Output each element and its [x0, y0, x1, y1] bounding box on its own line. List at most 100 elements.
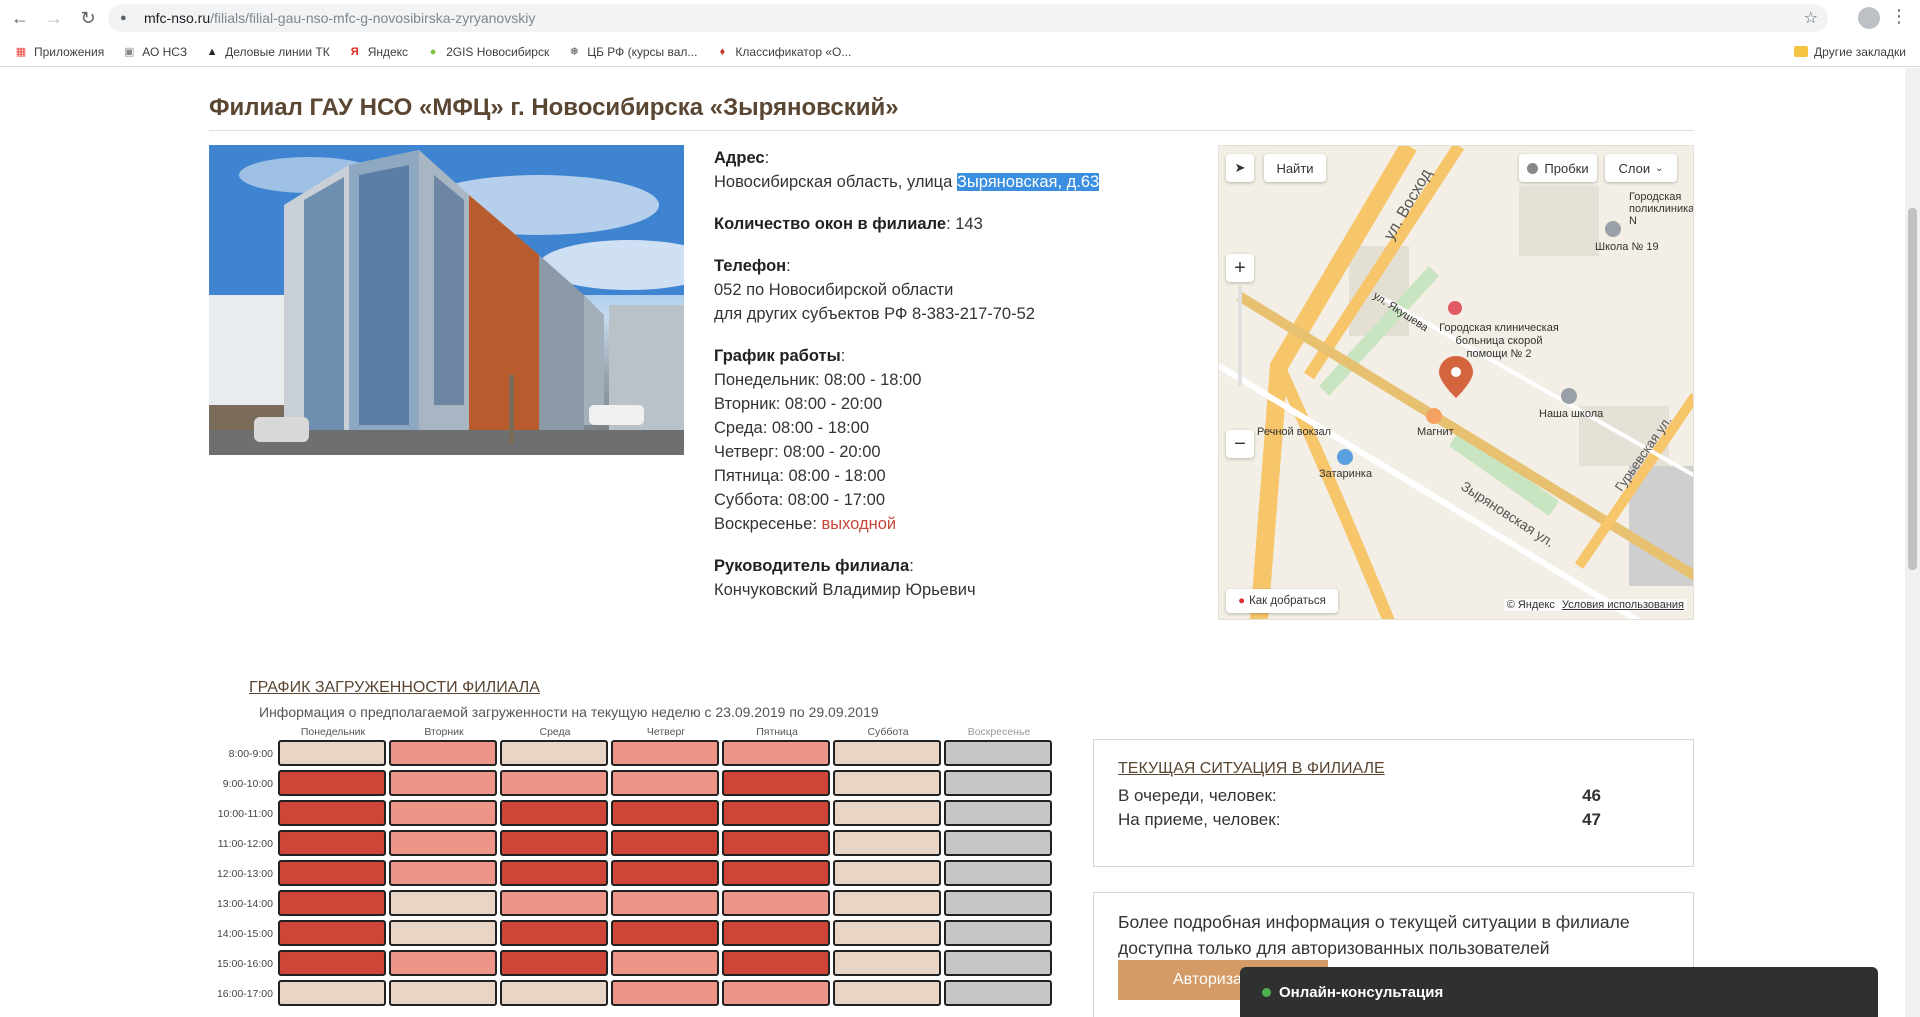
folder-icon — [1794, 46, 1809, 57]
bookmark-label: Приложения — [34, 44, 105, 59]
copyright-text: © Яндекс — [1506, 599, 1555, 611]
load-cell — [944, 860, 1052, 886]
load-cell — [389, 890, 497, 916]
address-block: Адрес: Новосибирская область, улица Зыря… — [714, 149, 1100, 191]
load-cell — [944, 920, 1052, 946]
load-cell — [833, 920, 941, 946]
branch-photo — [209, 145, 684, 455]
bookmark-classifier[interactable]: ♦ Классификатор «О... — [715, 45, 852, 59]
load-cell — [500, 980, 608, 1006]
other-bookmarks-label: Другие закладки — [1814, 44, 1906, 59]
online-status-icon — [1262, 987, 1271, 997]
reload-icon[interactable]: ↻ — [74, 5, 102, 33]
day-header: Среда — [539, 726, 571, 738]
load-cell — [944, 770, 1052, 796]
day-header: Понедельник — [300, 726, 366, 738]
windows-block: Количество окон в филиале: 143 — [714, 212, 1144, 236]
zoom-slider[interactable] — [1238, 286, 1242, 386]
schedule-block: График работы: Понедельник: 08:00 - 18:0… — [714, 344, 1144, 536]
load-cell — [722, 830, 830, 856]
time-label: 12:00-13:00 — [216, 868, 273, 880]
time-label: 8:00-9:00 — [228, 748, 273, 760]
traffic-button[interactable]: Пробки — [1519, 154, 1597, 182]
load-cell — [833, 860, 941, 886]
cbr-icon: ❅ — [569, 46, 579, 58]
schedule-tuesday: Вторник: 08:00 - 20:00 — [714, 395, 883, 413]
reception-value: 47 — [1582, 810, 1601, 829]
locate-button[interactable]: ➤ — [1226, 154, 1254, 182]
time-label: 10:00-11:00 — [217, 808, 273, 820]
zoom-in-button[interactable]: + — [1226, 254, 1254, 282]
load-cell — [944, 980, 1052, 1006]
schedule-thursday: Четверг: 08:00 - 20:00 — [714, 443, 881, 461]
route-button[interactable]: ● Как добраться — [1226, 589, 1338, 613]
queue-value: 46 — [1582, 786, 1601, 805]
load-cell — [833, 890, 941, 916]
forward-icon[interactable]: → — [40, 5, 68, 33]
bookmark-star-icon[interactable]: ☆ — [1804, 8, 1818, 28]
pin-icon: ● — [1238, 595, 1246, 607]
time-label: 9:00-10:00 — [222, 778, 273, 790]
load-cell — [833, 800, 941, 826]
load-cell — [278, 890, 386, 916]
time-label: 13:00-14:00 — [216, 898, 273, 910]
bookmarks-bar: ▦ Приложения ▣ АО НСЗ ▲ Деловые линии ТК ЯЯ… — [0, 37, 1920, 67]
load-cell — [278, 830, 386, 856]
bookmark-2gis[interactable]: ● 2GIS Новосибирск — [426, 45, 549, 59]
load-cell — [722, 920, 830, 946]
bookmark-nsz[interactable]: ▣ АО НСЗ — [122, 45, 187, 59]
bookmark-cbr[interactable]: ❅ ЦБ РФ (курсы вал... — [567, 44, 698, 59]
other-bookmarks[interactable]: Другие закладки — [1794, 45, 1906, 59]
scrollbar-thumb[interactable] — [1908, 208, 1917, 570]
terms-link[interactable]: Условия использования — [1562, 599, 1684, 611]
online-consultation-button[interactable]: Онлайн-консультация — [1240, 967, 1878, 1017]
lock-icon: ● — [120, 12, 127, 24]
bookmark-label: Яндекс — [367, 44, 409, 59]
address-bar[interactable]: ● mfc-nso.ru /filials/filial-gau-nso-mfc… — [108, 4, 1828, 32]
schedule-friday: Пятница: 08:00 - 18:00 — [714, 467, 886, 485]
page-content: Филиал ГАУ НСО «МФЦ» г. Новосибирска «Зы… — [0, 68, 1905, 1017]
page-scrollbar[interactable] — [1905, 68, 1920, 1017]
map-find-button[interactable]: Найти — [1264, 154, 1326, 182]
load-cell — [389, 950, 497, 976]
schedule-monday: Понедельник: 08:00 - 18:00 — [714, 371, 922, 389]
load-cell — [500, 890, 608, 916]
menu-icon[interactable]: ⋮ — [1890, 6, 1908, 27]
schedule-wednesday: Среда: 08:00 - 18:00 — [714, 419, 870, 437]
head-label: Руководитель филиала — [714, 557, 910, 575]
load-cell — [611, 770, 719, 796]
load-cell — [278, 770, 386, 796]
2gis-icon: ● — [429, 45, 437, 58]
queue-row: В очереди, человек: 46 — [1118, 786, 1669, 806]
bookmark-dellin[interactable]: ▲ Деловые линии ТК — [205, 45, 330, 59]
load-cell — [833, 980, 941, 1006]
load-cell — [611, 950, 719, 976]
bookmark-label: ЦБ РФ (курсы вал... — [587, 44, 698, 59]
load-cell — [722, 890, 830, 916]
phone-block: Телефон: 052 по Новосибирской области дл… — [714, 254, 1144, 326]
back-icon[interactable]: ← — [6, 5, 34, 33]
situation-title: ТЕКУЩАЯ СИТУАЦИЯ В ФИЛИАЛЕ — [1118, 760, 1385, 777]
load-cell — [389, 740, 497, 766]
profile-avatar[interactable] — [1858, 7, 1880, 29]
route-label: Как добраться — [1249, 595, 1326, 607]
phone-line-2: для других субъектов РФ 8-383-217-70-52 — [714, 305, 1035, 323]
load-cell — [611, 800, 719, 826]
browser-toolbar: ← → ↻ ● mfc-nso.ru /filials/filial-gau-n… — [0, 0, 1920, 37]
yandex-map[interactable]: ул. Восход Зыряновская ул. Гурьевская ул… — [1218, 145, 1694, 620]
layers-button[interactable]: Слои ⌄ — [1605, 154, 1677, 182]
bookmark-apps[interactable]: ▦ Приложения — [14, 45, 104, 59]
bookmark-yandex[interactable]: Я Яндекс — [348, 45, 408, 59]
map-copyright: © Яндекс Условия использования — [1503, 599, 1687, 611]
load-title: ГРАФИК ЗАГРУЖЕННОСТИ ФИЛИАЛА — [249, 679, 540, 696]
load-cell — [944, 830, 1052, 856]
zoom-out-button[interactable]: − — [1226, 430, 1254, 458]
chevron-down-icon: ⌄ — [1655, 162, 1664, 174]
load-cell — [500, 830, 608, 856]
load-cell — [833, 770, 941, 796]
address-text: Новосибирская область, улица — [714, 173, 957, 191]
load-cell — [611, 980, 719, 1006]
auth-text: Более подробная информация о текущей сит… — [1118, 912, 1630, 958]
queue-label: В очереди, человек: — [1118, 786, 1277, 805]
load-cell — [944, 740, 1052, 766]
